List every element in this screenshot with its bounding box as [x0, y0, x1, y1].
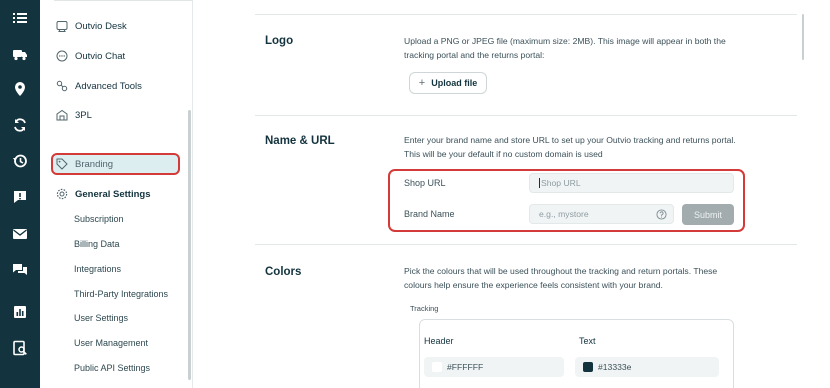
- tools-icon: [56, 80, 68, 92]
- sidebar-sub-integrations[interactable]: Integrations: [74, 264, 121, 274]
- shop-url-placeholder: Shop URL: [539, 178, 581, 188]
- sidebar-item-outvio-desk[interactable]: Outvio Desk: [56, 15, 127, 37]
- history-icon[interactable]: [8, 149, 32, 173]
- header-color-field[interactable]: #FFFFFF: [424, 357, 564, 377]
- upload-file-label: Upload file: [431, 78, 478, 88]
- help-icon[interactable]: [656, 209, 667, 220]
- icon-rail: [0, 0, 40, 388]
- sidebar-sub-user-management[interactable]: User Management: [74, 338, 148, 348]
- sidebar-item-label: Outvio Desk: [75, 20, 127, 32]
- name-url-section-title: Name & URL: [265, 135, 335, 147]
- section-divider: [255, 14, 797, 15]
- name-url-description: Enter your brand name and store URL to s…: [404, 135, 736, 159]
- sidebar-sub-subscription[interactable]: Subscription: [74, 214, 124, 224]
- shop-url-label: Shop URL: [404, 178, 446, 188]
- sidebar-item-label: Advanced Tools: [75, 80, 142, 92]
- shop-url-input[interactable]: Shop URL: [529, 173, 734, 193]
- alert-message-icon[interactable]: [8, 185, 32, 209]
- sidebar-item-advanced-tools[interactable]: Advanced Tools: [56, 75, 142, 97]
- logo-description: Upload a PNG or JPEG file (maximum size:…: [404, 36, 726, 60]
- sidebar-sub-third-party-integrations[interactable]: Third-Party Integrations: [74, 289, 168, 299]
- logo-section-title: Logo: [265, 35, 294, 47]
- chat-bubble-icon: [56, 50, 68, 62]
- brand-name-input[interactable]: e.g., mystore: [529, 204, 674, 224]
- sidebar-item-outvio-chat[interactable]: Outvio Chat: [56, 45, 125, 67]
- analytics-icon[interactable]: [8, 300, 32, 324]
- sidebar-sub-public-api-settings[interactable]: Public API Settings: [74, 363, 150, 373]
- location-pin-icon[interactable]: [8, 77, 32, 101]
- sidebar-item-general-settings[interactable]: General Settings: [56, 183, 151, 205]
- header-color-swatch[interactable]: [432, 362, 442, 372]
- submit-button[interactable]: Submit: [682, 204, 734, 225]
- colors-description: Pick the colours that will be used throu…: [404, 266, 718, 290]
- section-divider: [255, 244, 797, 245]
- sidebar-item-3pl[interactable]: 3PL: [56, 104, 92, 126]
- tracking-colors-card: [419, 319, 734, 388]
- settings-sidebar: Outvio Desk Outvio Chat Advanced Tools 3…: [40, 0, 220, 388]
- brand-name-placeholder: e.g., mystore: [539, 209, 589, 219]
- desk-icon: [56, 20, 68, 32]
- sidebar-item-label: General Settings: [75, 188, 151, 200]
- branding-content: Logo Upload a PNG or JPEG file (maximum …: [193, 0, 830, 388]
- sidebar-item-branding[interactable]: Branding: [56, 153, 113, 175]
- upload-file-button[interactable]: + Upload file: [409, 72, 487, 94]
- gear-icon: [56, 188, 68, 200]
- list-icon[interactable]: [8, 6, 32, 30]
- colors-section-title: Colors: [265, 266, 302, 278]
- refresh-icon[interactable]: [8, 113, 32, 137]
- sidebar-scrollbar[interactable]: [188, 110, 191, 380]
- chat-icon[interactable]: [8, 258, 32, 282]
- header-color-label: Header: [424, 336, 454, 346]
- truck-icon[interactable]: [8, 42, 32, 66]
- tag-icon: [56, 158, 68, 170]
- text-color-value: #13333e: [598, 362, 632, 372]
- sidebar-item-label: Branding: [75, 158, 114, 170]
- search-document-icon[interactable]: [8, 336, 32, 360]
- section-divider: [255, 115, 797, 116]
- plus-icon: +: [418, 77, 426, 89]
- warehouse-icon: [56, 109, 68, 121]
- sidebar-sub-billing-data[interactable]: Billing Data: [74, 239, 120, 249]
- text-color-swatch[interactable]: [583, 362, 593, 372]
- text-color-label: Text: [579, 336, 596, 346]
- tracking-caption: Tracking: [410, 304, 439, 313]
- content-scrollbar[interactable]: [802, 14, 804, 60]
- sidebar-item-label: Outvio Chat: [75, 50, 126, 62]
- sidebar-sub-user-settings[interactable]: User Settings: [74, 313, 128, 323]
- header-color-value: #FFFFFF: [447, 362, 484, 372]
- brand-name-label: Brand Name: [404, 209, 455, 219]
- sidebar-item-label: 3PL: [75, 109, 92, 121]
- mail-icon[interactable]: [8, 222, 32, 246]
- text-color-field[interactable]: #13333e: [575, 357, 719, 377]
